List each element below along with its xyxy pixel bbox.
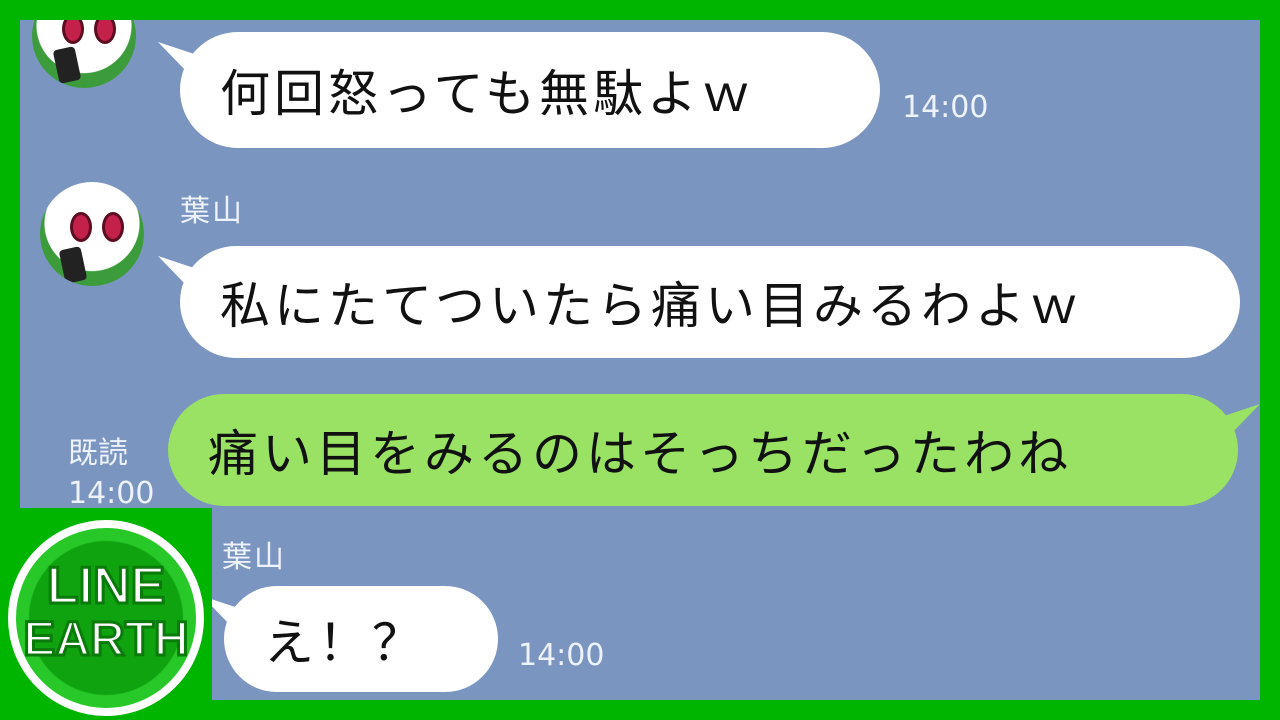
sender-avatar[interactable] (40, 182, 144, 286)
sender-avatar[interactable] (32, 20, 136, 88)
sender-name: 葉山 (222, 540, 286, 575)
avatar-eye (62, 20, 84, 44)
message-bubble[interactable]: え！？ (224, 586, 498, 692)
message-text: 私にたてついたら痛い目みるわよｗ (220, 277, 1083, 335)
channel-logo: LINE EARTH (0, 508, 212, 720)
message-bubble[interactable]: 何回怒っても無駄よｗ (180, 32, 880, 148)
sender-name: 葉山 (180, 194, 244, 229)
message-time: 14:00 (518, 638, 605, 673)
avatar-eye (102, 212, 124, 242)
message-text: 痛い目をみるのはそっちだったわね (208, 425, 1072, 483)
message-text: 何回怒っても無駄よｗ (220, 65, 755, 123)
avatar-phone (52, 46, 82, 84)
avatar-eye (94, 20, 116, 44)
read-receipt: 既読 14:00 (68, 434, 154, 514)
message-text: え！？ (264, 614, 426, 672)
logo-line2: EARTH (22, 612, 190, 668)
message-bubble[interactable]: 私にたてついたら痛い目みるわよｗ (180, 246, 1240, 358)
message-time: 14:00 (902, 90, 989, 125)
read-label: 既読 (68, 436, 128, 471)
logo-line1: LINE (45, 556, 166, 617)
avatar-phone (58, 246, 88, 284)
message-bubble[interactable]: 痛い目をみるのはそっちだったわね (168, 394, 1238, 506)
avatar-eye (70, 212, 92, 242)
